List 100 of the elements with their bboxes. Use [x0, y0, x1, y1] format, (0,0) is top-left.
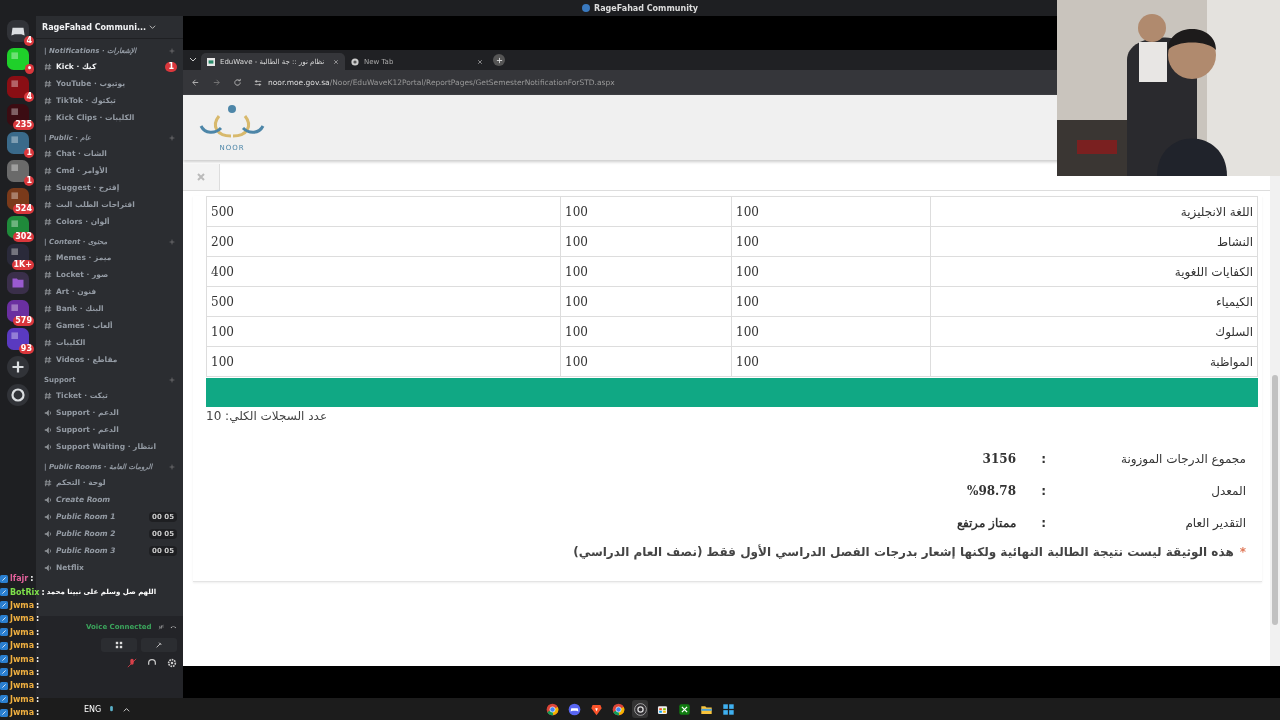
hash-icon — [44, 149, 52, 158]
chat-separator: : — [30, 574, 34, 584]
table-cell: 100 — [560, 286, 732, 317]
table-cell: الكفايات اللغوية — [930, 256, 1258, 287]
activities-button[interactable] — [101, 638, 137, 652]
forward-icon[interactable] — [212, 78, 221, 87]
wand-icon — [155, 641, 163, 649]
plus-icon — [495, 56, 503, 64]
language-indicator[interactable]: ENG — [84, 704, 102, 714]
chat-separator: : — [36, 627, 40, 637]
table-cell: 100 — [560, 346, 732, 377]
unread-badge: 93 — [18, 344, 34, 354]
add-server-icon[interactable] — [7, 356, 29, 378]
hash-icon — [44, 304, 52, 313]
app-logo-icon — [582, 4, 591, 12]
summary-separator: : — [1040, 484, 1046, 498]
unread-badge: 1 — [24, 148, 34, 158]
badge-icon — [0, 614, 8, 623]
hash-icon — [44, 183, 52, 192]
chat-separator: : — [36, 694, 40, 704]
hash-icon — [44, 166, 52, 175]
chat-username: Jwma — [10, 667, 35, 677]
table-cell: اللغة الانجليزية — [930, 196, 1258, 227]
hash-icon — [44, 287, 52, 296]
favicon-icon — [207, 57, 215, 66]
speaker-icon — [44, 408, 52, 417]
new-tab-button[interactable] — [493, 54, 505, 66]
window-title: RageFahad Community — [594, 3, 698, 13]
scrollbar-thumb[interactable] — [1272, 375, 1278, 625]
server-icon[interactable] — [7, 132, 29, 154]
unread-badge: • — [24, 64, 34, 74]
chat-separator: : — [36, 708, 40, 718]
headset-icon[interactable] — [147, 658, 157, 668]
table-cell: 100 — [560, 196, 732, 227]
note-marker: * — [1239, 545, 1246, 559]
tab-list-icon[interactable] — [189, 56, 197, 64]
settings-icon[interactable] — [167, 658, 177, 668]
lion-shield-icon — [589, 702, 603, 716]
table-cell: 100 — [560, 226, 732, 257]
close-icon — [196, 172, 206, 182]
muted-mic-icon[interactable] — [127, 658, 137, 668]
server-icon[interactable] — [7, 244, 29, 266]
speaker-icon — [44, 512, 52, 521]
folder-icon[interactable] — [7, 272, 29, 294]
table-cell: 200 — [206, 226, 561, 257]
speaker-icon — [44, 546, 52, 555]
hash-icon — [44, 79, 52, 88]
site-settings-icon[interactable] — [254, 78, 262, 87]
record-count: عدد السجلات الكلي: 10 — [206, 409, 328, 423]
chat-username: Jwma — [10, 708, 35, 718]
speaker-icon — [44, 495, 52, 504]
chat-separator: : — [36, 654, 40, 664]
back-icon[interactable] — [191, 78, 200, 87]
chat-separator: : — [36, 614, 40, 624]
badge-icon — [0, 708, 8, 717]
note-text: هذه الوثيقة ليست نتيجة الطالبة النهائية ولكنها إشعار بدرجات الفصل الدراسي الأول فقط (نصف العام الدراسي) — [573, 545, 1234, 559]
badge-icon — [0, 588, 8, 597]
unread-badge: 1K+ — [11, 260, 34, 270]
close-tab-icon[interactable] — [477, 58, 483, 65]
table-cell: السلوك — [930, 316, 1258, 347]
caret-icon[interactable] — [149, 23, 156, 31]
table-cell: 500 — [206, 286, 561, 317]
unread-badge: 235 — [13, 120, 34, 130]
badge-icon — [0, 574, 8, 583]
table-cell: 100 — [206, 346, 561, 377]
chat-username: Jwma — [10, 627, 35, 637]
hash-icon — [44, 200, 52, 209]
chat-separator: : — [36, 641, 40, 651]
table-cell: 500 — [206, 196, 561, 227]
badge-icon — [0, 681, 8, 690]
badge-icon — [0, 601, 8, 610]
speaker-icon — [44, 425, 52, 434]
summary-label: المعدل — [1210, 484, 1246, 498]
noise-suppression-icon[interactable] — [157, 622, 165, 632]
server-icon[interactable] — [7, 160, 29, 182]
hash-icon — [44, 113, 52, 122]
speaker-icon — [44, 529, 52, 538]
unread-badge: 302 — [13, 232, 34, 242]
hash-icon — [44, 478, 52, 487]
chat-username: Jwma — [10, 600, 35, 610]
reload-icon[interactable] — [233, 78, 242, 87]
compass-icon[interactable] — [7, 384, 29, 406]
chat-username: BotRix — [10, 587, 40, 597]
hash-icon — [44, 96, 52, 105]
table-cell: 100 — [731, 226, 931, 257]
summary-value: %98.78 — [967, 484, 1016, 498]
grid-icon — [115, 641, 123, 649]
server-icon[interactable] — [7, 48, 29, 70]
close-tab-icon[interactable] — [333, 58, 339, 65]
table-cell: 100 — [560, 256, 732, 287]
table-cell: 100 — [560, 316, 732, 347]
table-cell: الكيمياء — [930, 286, 1258, 317]
unread-badge: 4 — [24, 36, 34, 46]
favicon-icon — [351, 57, 359, 66]
hash-icon — [44, 338, 52, 347]
table-cell: المواظبة — [930, 346, 1258, 377]
chat-separator: : — [36, 600, 40, 610]
unread-badge: 4 — [24, 92, 34, 102]
table-cell: 100 — [731, 286, 931, 317]
unread-badge: 579 — [13, 316, 34, 326]
